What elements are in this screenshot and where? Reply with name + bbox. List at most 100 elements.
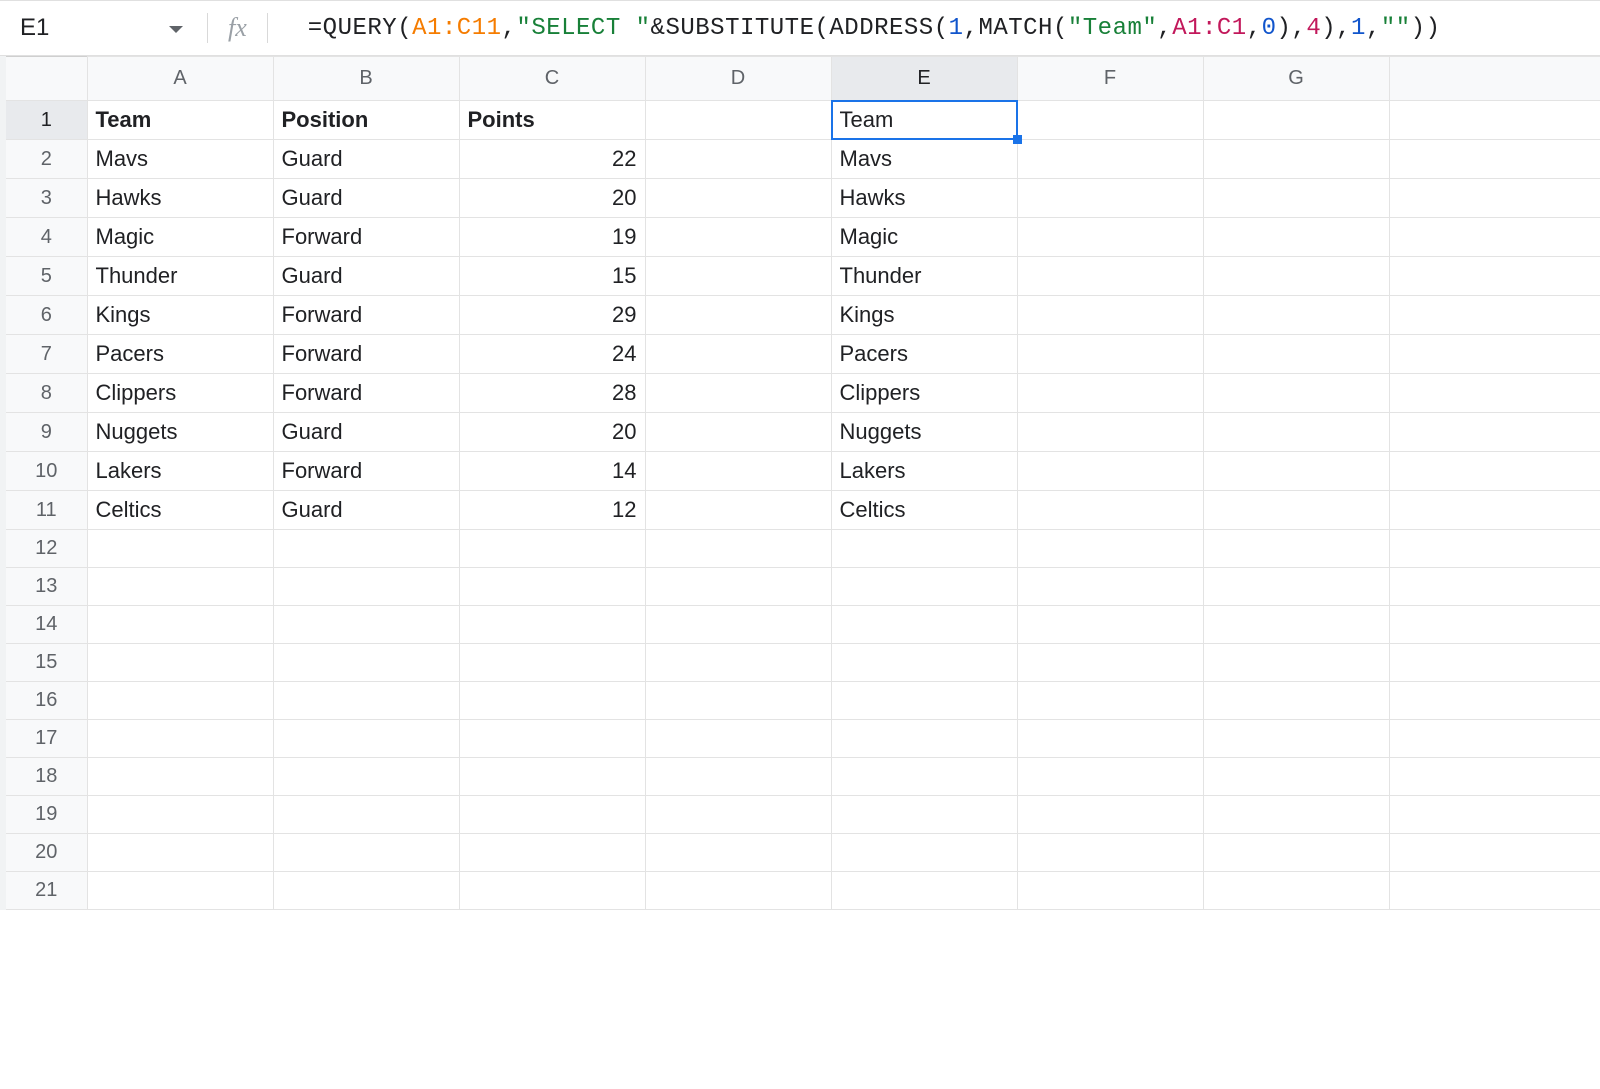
- cell-E21[interactable]: [831, 872, 1017, 910]
- cell-D1[interactable]: [645, 101, 831, 140]
- cell-G3[interactable]: [1203, 179, 1389, 218]
- cell-C15[interactable]: [459, 644, 645, 682]
- cell-G18[interactable]: [1203, 758, 1389, 796]
- cell-D3[interactable]: [645, 179, 831, 218]
- cell-H2[interactable]: [1389, 140, 1600, 179]
- row-header-18[interactable]: 18: [3, 758, 87, 796]
- cell-F15[interactable]: [1017, 644, 1203, 682]
- cell-A17[interactable]: [87, 720, 273, 758]
- cell-A9[interactable]: Nuggets: [87, 413, 273, 452]
- cell-F16[interactable]: [1017, 682, 1203, 720]
- cell-G14[interactable]: [1203, 606, 1389, 644]
- cell-C12[interactable]: [459, 530, 645, 568]
- cell-H20[interactable]: [1389, 834, 1600, 872]
- cell-H16[interactable]: [1389, 682, 1600, 720]
- cell-H15[interactable]: [1389, 644, 1600, 682]
- cell-C3[interactable]: 20: [459, 179, 645, 218]
- column-header-F[interactable]: F: [1017, 57, 1203, 101]
- cell-C10[interactable]: 14: [459, 452, 645, 491]
- row-header-17[interactable]: 17: [3, 720, 87, 758]
- cell-B7[interactable]: Forward: [273, 335, 459, 374]
- cell-B4[interactable]: Forward: [273, 218, 459, 257]
- cell-C11[interactable]: 12: [459, 491, 645, 530]
- cell-B19[interactable]: [273, 796, 459, 834]
- chevron-down-icon[interactable]: [169, 26, 183, 33]
- cell-C20[interactable]: [459, 834, 645, 872]
- cell-F10[interactable]: [1017, 452, 1203, 491]
- cell-B9[interactable]: Guard: [273, 413, 459, 452]
- cell-G1[interactable]: [1203, 101, 1389, 140]
- cell-G12[interactable]: [1203, 530, 1389, 568]
- cell-F1[interactable]: [1017, 101, 1203, 140]
- cell-G19[interactable]: [1203, 796, 1389, 834]
- cell-B18[interactable]: [273, 758, 459, 796]
- cell-H18[interactable]: [1389, 758, 1600, 796]
- cell-E11[interactable]: Celtics: [831, 491, 1017, 530]
- cell-D16[interactable]: [645, 682, 831, 720]
- cell-H10[interactable]: [1389, 452, 1600, 491]
- cell-G11[interactable]: [1203, 491, 1389, 530]
- cell-C17[interactable]: [459, 720, 645, 758]
- cell-B3[interactable]: Guard: [273, 179, 459, 218]
- cell-H12[interactable]: [1389, 530, 1600, 568]
- row-header-19[interactable]: 19: [3, 796, 87, 834]
- cell-D10[interactable]: [645, 452, 831, 491]
- cell-H6[interactable]: [1389, 296, 1600, 335]
- cell-D18[interactable]: [645, 758, 831, 796]
- cell-A12[interactable]: [87, 530, 273, 568]
- cell-E14[interactable]: [831, 606, 1017, 644]
- column-header-extra[interactable]: [1389, 57, 1600, 101]
- cell-F6[interactable]: [1017, 296, 1203, 335]
- cell-A7[interactable]: Pacers: [87, 335, 273, 374]
- row-header-20[interactable]: 20: [3, 834, 87, 872]
- cell-D21[interactable]: [645, 872, 831, 910]
- cell-A14[interactable]: [87, 606, 273, 644]
- cell-A18[interactable]: [87, 758, 273, 796]
- cell-G7[interactable]: [1203, 335, 1389, 374]
- cell-B11[interactable]: Guard: [273, 491, 459, 530]
- cell-C6[interactable]: 29: [459, 296, 645, 335]
- cell-D13[interactable]: [645, 568, 831, 606]
- cell-E18[interactable]: [831, 758, 1017, 796]
- cell-C19[interactable]: [459, 796, 645, 834]
- cell-B1[interactable]: Position: [273, 101, 459, 140]
- cell-H11[interactable]: [1389, 491, 1600, 530]
- row-header-5[interactable]: 5: [3, 257, 87, 296]
- cell-C8[interactable]: 28: [459, 374, 645, 413]
- cell-A11[interactable]: Celtics: [87, 491, 273, 530]
- cell-G10[interactable]: [1203, 452, 1389, 491]
- cell-C21[interactable]: [459, 872, 645, 910]
- cell-F7[interactable]: [1017, 335, 1203, 374]
- cell-C5[interactable]: 15: [459, 257, 645, 296]
- row-header-21[interactable]: 21: [3, 872, 87, 910]
- cell-B10[interactable]: Forward: [273, 452, 459, 491]
- cell-E8[interactable]: Clippers: [831, 374, 1017, 413]
- row-header-3[interactable]: 3: [3, 179, 87, 218]
- cell-G15[interactable]: [1203, 644, 1389, 682]
- row-header-6[interactable]: 6: [3, 296, 87, 335]
- cell-A13[interactable]: [87, 568, 273, 606]
- cell-C4[interactable]: 19: [459, 218, 645, 257]
- cell-A5[interactable]: Thunder: [87, 257, 273, 296]
- cell-H5[interactable]: [1389, 257, 1600, 296]
- cell-G20[interactable]: [1203, 834, 1389, 872]
- cell-B16[interactable]: [273, 682, 459, 720]
- cell-E12[interactable]: [831, 530, 1017, 568]
- row-header-12[interactable]: 12: [3, 530, 87, 568]
- cell-F2[interactable]: [1017, 140, 1203, 179]
- cell-B12[interactable]: [273, 530, 459, 568]
- cell-F18[interactable]: [1017, 758, 1203, 796]
- cell-E2[interactable]: Mavs: [831, 140, 1017, 179]
- cell-G17[interactable]: [1203, 720, 1389, 758]
- row-header-16[interactable]: 16: [3, 682, 87, 720]
- cell-D9[interactable]: [645, 413, 831, 452]
- cell-F19[interactable]: [1017, 796, 1203, 834]
- cell-H13[interactable]: [1389, 568, 1600, 606]
- column-header-C[interactable]: C: [459, 57, 645, 101]
- cell-A15[interactable]: [87, 644, 273, 682]
- row-header-14[interactable]: 14: [3, 606, 87, 644]
- cell-F4[interactable]: [1017, 218, 1203, 257]
- column-header-E[interactable]: E: [831, 57, 1017, 101]
- row-header-13[interactable]: 13: [3, 568, 87, 606]
- row-header-7[interactable]: 7: [3, 335, 87, 374]
